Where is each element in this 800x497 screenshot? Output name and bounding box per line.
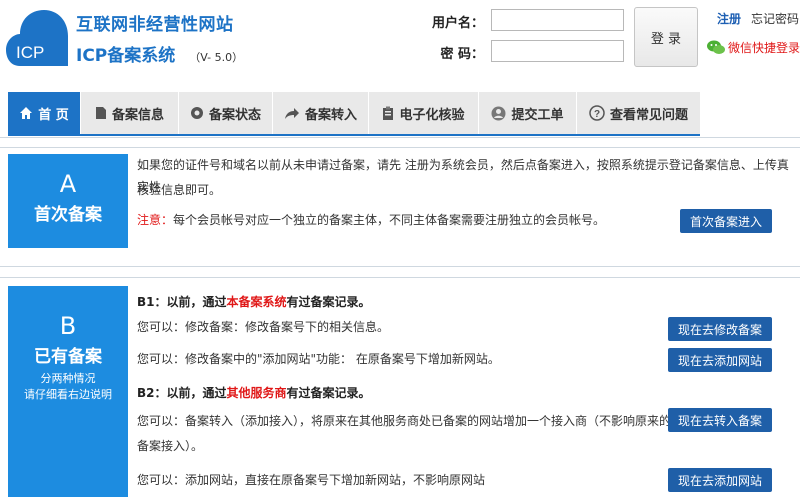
b1-suffix: 有过备案记录。	[286, 295, 371, 309]
login-button[interactable]: 登 录	[634, 7, 698, 67]
site-subtitle: ICP备案系统 （V- 5.0）	[76, 41, 243, 66]
add-site-button-2[interactable]: 现在去添加网站	[668, 468, 772, 492]
username-input[interactable]	[491, 9, 624, 31]
svg-text:?: ?	[594, 109, 600, 120]
question-icon: ?	[589, 105, 605, 121]
gear-icon	[190, 107, 203, 119]
version-label: （V- 5.0）	[189, 51, 244, 64]
username-label: 用户名：	[431, 16, 484, 31]
nav-record-info[interactable]: 备案信息	[81, 92, 179, 134]
header: ICP 互联网非经营性网站 ICP备案系统 （V- 5.0） 用户名： 密 码： …	[0, 0, 800, 92]
nav-faq[interactable]: ? 查看常见问题	[577, 92, 700, 134]
b2-item-add-site: 您可以：添加网站，直接在原备案号下增加新网站，不影响原网站	[137, 473, 486, 487]
b2-item-transfer-line1: 您可以：备案转入（添加接入），将原来在其他服务商处已备案的网站增加一个接入商（不…	[137, 414, 672, 428]
section-a-description-line1: 如果您的证件号和域名以前从未申请过备案，请先 注册为系统会员，然后点备案进入，按…	[137, 158, 789, 194]
nav-record-transfer[interactable]: 备案转入	[273, 92, 369, 134]
nav-label: 查看常见问题	[609, 107, 688, 123]
nav-label: 备案信息	[111, 107, 164, 123]
system-name: ICP备案系统	[76, 46, 176, 66]
nav-record-status[interactable]: 备案状态	[179, 92, 273, 134]
nav-label: 首 页	[38, 107, 69, 123]
divider	[0, 277, 800, 278]
section-b-sub1: 分两种情况	[40, 372, 96, 385]
section-b-title: 已有备案	[34, 347, 102, 367]
share-arrow-icon	[284, 107, 299, 119]
note-label: 注意：	[137, 213, 174, 227]
modify-record-button[interactable]: 现在去修改备案	[668, 317, 772, 341]
section-a-description-line2: 核验信息即可。	[137, 183, 222, 197]
section-b-badge: B 已有备案 分两种情况 请仔细看右边说明	[8, 286, 128, 497]
b1-highlight: 本备案系统	[226, 295, 287, 309]
transfer-record-button[interactable]: 现在去转入备案	[668, 408, 772, 432]
nav-label: 提交工单	[511, 107, 564, 123]
divider	[0, 266, 800, 267]
logo-text: ICP	[16, 43, 44, 62]
b2-prefix: B2：以前，通过	[137, 386, 227, 400]
b1-item-modify: 您可以：修改备案：修改备案号下的相关信息。	[137, 320, 390, 334]
nav-label: 备案转入	[304, 107, 357, 123]
b1-prefix: B1：以前，通过	[137, 295, 227, 309]
b2-item-transfer-line2: 备案接入）。	[137, 439, 204, 453]
wechat-login-label: 微信快捷登录	[728, 41, 800, 55]
password-label: 密 码：	[440, 47, 484, 62]
site-title: 互联网非经营性网站	[76, 15, 234, 35]
user-icon	[491, 106, 506, 120]
clipboard-icon	[383, 106, 394, 120]
divider	[0, 147, 800, 148]
home-icon	[20, 107, 33, 119]
icp-cloud-logo: ICP	[6, 6, 70, 70]
forgot-password-link[interactable]: 忘记密码	[751, 10, 799, 27]
register-link[interactable]: 注册	[717, 10, 741, 27]
nav-submit-ticket[interactable]: 提交工单	[479, 92, 577, 134]
nav-label: 电子化核验	[399, 107, 465, 123]
section-a-title: 首次备案	[34, 205, 102, 225]
b2-heading: B2：以前，通过其他服务商有过备案记录。	[137, 384, 371, 401]
nav-home[interactable]: 首 页	[8, 92, 81, 134]
b1-heading: B1：以前，通过本备案系统有过备案记录。	[137, 293, 371, 310]
nav-label: 备案状态	[208, 107, 261, 123]
main-nav: 首 页 备案信息 备案状态 备案转入 电子化核验 提交工单 ? 查看常见问题	[8, 92, 700, 136]
section-b-sub2: 请仔细看右边说明	[24, 388, 112, 401]
brand-text: 互联网非经营性网站 ICP备案系统 （V- 5.0）	[76, 10, 243, 66]
b2-suffix: 有过备案记录。	[286, 386, 371, 400]
document-icon	[95, 107, 106, 119]
first-record-enter-button[interactable]: 首次备案进入	[680, 209, 772, 233]
section-b-letter: B	[59, 312, 77, 340]
nav-electronic-verify[interactable]: 电子化核验	[369, 92, 479, 134]
section-a-note: 注意：每个会员帐号对应一个独立的备案主体，不同主体备案需要注册独立的会员帐号。	[137, 209, 605, 231]
wechat-icon	[707, 40, 725, 54]
divider	[0, 137, 800, 138]
b1-item-add-site: 您可以：修改备案中的"添加网站"功能： 在原备案号下增加新网站。	[137, 352, 500, 366]
note-text: 每个会员帐号对应一个独立的备案主体，不同主体备案需要注册独立的会员帐号。	[173, 213, 606, 227]
b2-highlight: 其他服务商	[226, 386, 287, 400]
password-input[interactable]	[491, 40, 624, 62]
section-a-badge: A 首次备案	[8, 154, 128, 248]
section-a-letter: A	[59, 170, 77, 198]
wechat-login-link[interactable]: 微信快捷登录	[707, 39, 800, 56]
add-site-button[interactable]: 现在去添加网站	[668, 348, 772, 372]
